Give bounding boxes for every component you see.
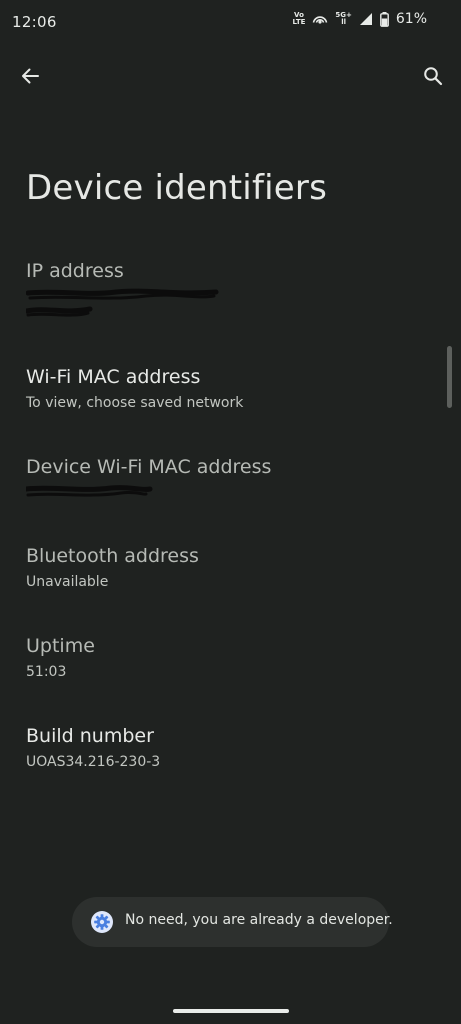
gesture-nav-handle[interactable] — [173, 1009, 289, 1013]
pref-title: Bluetooth address — [26, 545, 199, 567]
battery-icon — [379, 11, 389, 27]
network-type-icon: 5G+ ll — [335, 11, 352, 26]
pref-title: Wi-Fi MAC address — [26, 366, 201, 388]
redacted-value — [26, 288, 219, 317]
search-icon — [424, 67, 443, 86]
toast-message: No need, you are already a developer. — [125, 912, 393, 928]
pref-summary: 51:03 — [26, 664, 67, 680]
battery-percent: 61% — [395, 11, 427, 27]
pref-summary: Unavailable — [26, 574, 109, 590]
redacted-value — [26, 485, 153, 497]
pref-title: Build number — [26, 725, 154, 747]
search-button[interactable] — [417, 60, 449, 92]
volte-icon: Vo LTE — [292, 11, 306, 26]
pref-title: Device Wi-Fi MAC address — [26, 456, 272, 478]
pref-ip-address[interactable]: IP address — [0, 259, 456, 321]
hotspot-icon — [313, 16, 328, 24]
pref-bluetooth-address[interactable]: Bluetooth address Unavailable — [0, 544, 456, 592]
signal-icon — [359, 13, 372, 25]
pref-device-wifi-mac-address[interactable]: Device Wi-Fi MAC address — [0, 455, 456, 501]
status-icons: Vo LTE 5G+ ll 61% — [293, 11, 427, 27]
pref-title: IP address — [26, 260, 124, 282]
status-bar: 12:06 Vo LTE 5G+ ll 61% — [0, 0, 461, 44]
app-bar — [0, 52, 461, 100]
pref-build-number[interactable]: Build number UOAS34.216-230-3 — [0, 724, 456, 772]
settings-gear-icon — [91, 911, 113, 933]
arrow-back-icon — [22, 68, 39, 84]
toast: No need, you are already a developer. — [72, 897, 393, 947]
pref-wifi-mac-address[interactable]: Wi-Fi MAC address To view, choose saved … — [0, 365, 456, 413]
status-time: 12:06 — [12, 13, 57, 31]
pref-summary: UOAS34.216-230-3 — [26, 754, 161, 770]
pref-uptime[interactable]: Uptime 51:03 — [0, 634, 456, 682]
pref-title: Uptime — [26, 635, 95, 657]
scrollbar[interactable] — [447, 346, 452, 408]
pref-summary: To view, choose saved network — [26, 395, 244, 411]
back-button[interactable] — [14, 60, 46, 92]
page-title: Device identifiers — [26, 168, 327, 208]
